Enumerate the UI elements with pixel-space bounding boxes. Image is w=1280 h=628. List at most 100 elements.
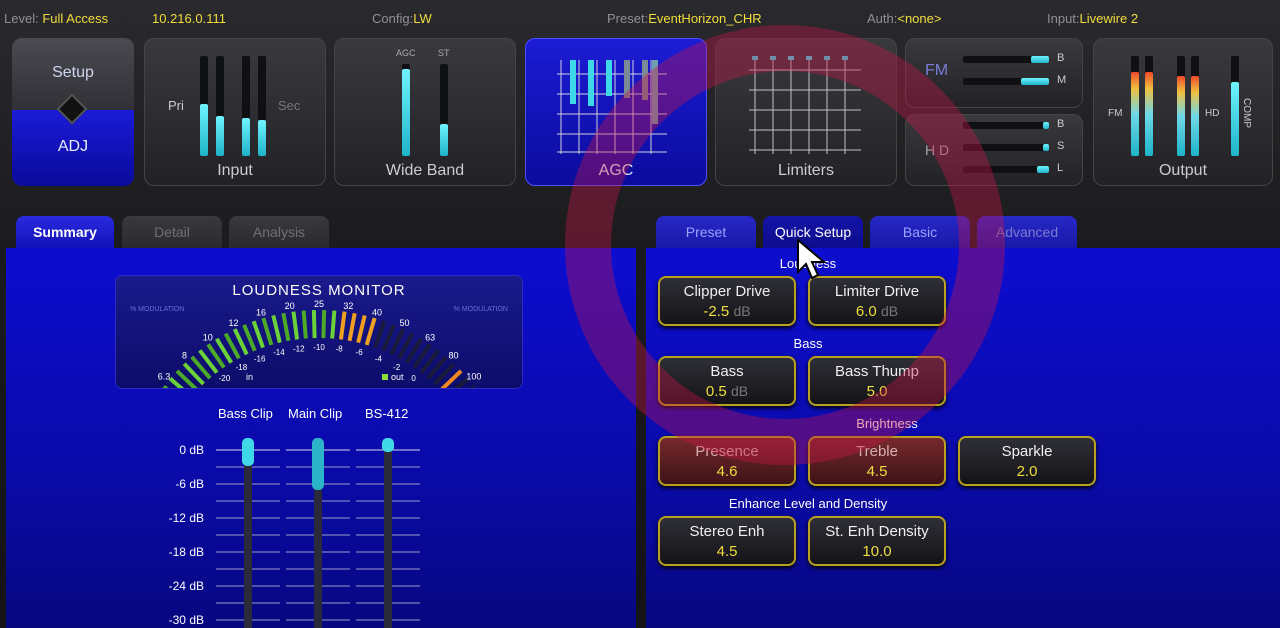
config-status: Config:LW bbox=[372, 11, 432, 26]
config-value: LW bbox=[413, 11, 432, 26]
preset-status: Preset:EventHorizon_CHR bbox=[607, 11, 762, 26]
loudness-top-tick: 25 bbox=[314, 299, 324, 309]
input-block-label: Input bbox=[217, 162, 253, 179]
treble-value: 4.5 bbox=[866, 463, 888, 480]
bass-section-label: Bass bbox=[793, 336, 823, 351]
clip-faders bbox=[216, 438, 420, 628]
output-comp-meter-fill bbox=[1231, 82, 1239, 156]
hd-b-fill bbox=[1043, 122, 1049, 129]
tab-analysis[interactable]: Analysis bbox=[229, 216, 329, 248]
st-enh-density-button[interactable]: St. Enh Density 10.0 bbox=[808, 516, 946, 566]
loudness-bottom-tick: 0 bbox=[411, 374, 416, 383]
loudness-bottom-tick: -6 bbox=[356, 348, 364, 357]
sparkle-value: 2.0 bbox=[1016, 463, 1038, 480]
presence-value: 4.6 bbox=[716, 463, 738, 480]
output-fm-meter bbox=[1145, 56, 1153, 156]
loudness-top-tick: 63 bbox=[425, 332, 435, 342]
limiters-block[interactable]: Limiters bbox=[715, 38, 897, 186]
tab-summary[interactable]: Summary bbox=[16, 216, 114, 248]
bass-thump-label: Bass Thump bbox=[835, 363, 919, 380]
loudness-top-tick: 16 bbox=[256, 308, 266, 318]
loudness-bottom-tick: -18 bbox=[236, 363, 248, 372]
loudness-segment bbox=[242, 324, 257, 352]
db-tick-label: -6 dB bbox=[175, 477, 204, 491]
loudness-top-tick: 6.3 bbox=[158, 371, 171, 381]
pri-label: Pri bbox=[168, 98, 184, 113]
level-label: Level: bbox=[4, 11, 39, 26]
loudness-bottom-tick: -16 bbox=[254, 354, 266, 363]
setup-block[interactable]: Setup ADJ bbox=[12, 38, 134, 186]
stereo-enh-value: 4.5 bbox=[716, 543, 738, 560]
wideband-block-label: Wide Band bbox=[385, 162, 465, 179]
wideband-agc-fill bbox=[402, 68, 410, 156]
stereo-enh-button[interactable]: Stereo Enh 4.5 bbox=[658, 516, 796, 566]
st-enh-density-value: 10.0 bbox=[862, 543, 892, 560]
hd-block[interactable]: H D B S L bbox=[905, 114, 1083, 186]
input-meter bbox=[216, 56, 224, 156]
tab-basic[interactable]: Basic bbox=[870, 216, 970, 248]
output-fm-label: FM bbox=[1108, 108, 1123, 119]
loudness-bottom-tick: +1 bbox=[425, 387, 435, 388]
hd-label: H D bbox=[925, 142, 950, 158]
agc-meter-label: AGC bbox=[396, 48, 416, 58]
loudness-arc: 56.3810121620253240506380100125-26-24-22… bbox=[158, 299, 481, 388]
output-fm-meter bbox=[1131, 56, 1139, 156]
tab-detail[interactable]: Detail bbox=[122, 216, 222, 248]
presence-button[interactable]: Presence 4.6 bbox=[658, 436, 796, 486]
fm-block[interactable]: FM B M bbox=[905, 38, 1083, 108]
app-window: Level: Full Access 10.216.0.111 Config:L… bbox=[0, 0, 1280, 628]
loudness-segment bbox=[311, 310, 317, 339]
loudness-top-tick: 100 bbox=[466, 371, 481, 381]
loudness-segment bbox=[281, 312, 291, 342]
output-block[interactable]: FM HD COMP Output bbox=[1093, 38, 1273, 186]
output-hd-meter bbox=[1177, 56, 1185, 156]
loudness-segment bbox=[347, 312, 357, 342]
auth-label: Auth: bbox=[867, 11, 898, 26]
st-enh-density-label: St. Enh Density bbox=[825, 523, 929, 540]
input-meter bbox=[200, 56, 208, 156]
preset-value: EventHorizon_CHR bbox=[648, 11, 762, 26]
fm-m-meter bbox=[963, 78, 1049, 85]
agc-block-label: AGC bbox=[598, 162, 634, 179]
adj-label: ADJ bbox=[57, 138, 89, 155]
input-meter-fill bbox=[200, 104, 208, 156]
sparkle-button[interactable]: Sparkle 2.0 bbox=[958, 436, 1096, 486]
output-comp-meter bbox=[1231, 56, 1239, 156]
level-value: Full Access bbox=[42, 11, 109, 26]
clipper-drive-button[interactable]: Clipper Drive -2.5 dB bbox=[658, 276, 796, 326]
hd-b-meter bbox=[963, 122, 1049, 129]
output-block-label: Output bbox=[1158, 162, 1208, 179]
loudness-segment bbox=[356, 314, 367, 344]
loudness-top-tick: 20 bbox=[285, 301, 295, 311]
treble-button[interactable]: Treble 4.5 bbox=[808, 436, 946, 486]
output-fm-meter-fill bbox=[1131, 72, 1139, 156]
output-hd-meter-fill bbox=[1191, 76, 1199, 156]
loudness-segment bbox=[301, 310, 308, 339]
loudness-segment bbox=[251, 320, 265, 349]
presence-label: Presence bbox=[695, 443, 759, 460]
agc-block[interactable]: AGC bbox=[525, 38, 707, 186]
bass-thump-button[interactable]: Bass Thump 5.0 bbox=[808, 356, 946, 406]
bs412-label: BS-412 bbox=[365, 406, 409, 421]
output-fm-meter-fill bbox=[1145, 72, 1153, 156]
input-block[interactable]: Pri Sec Input bbox=[144, 38, 326, 186]
loudness-segment bbox=[364, 317, 377, 346]
fm-b-label: B bbox=[1057, 52, 1065, 64]
main-clip-label: Main Clip bbox=[288, 406, 343, 421]
bass-number: 0.5 bbox=[705, 383, 727, 400]
fm-m-fill bbox=[1021, 78, 1049, 85]
bass-button[interactable]: Bass 0.5 dB bbox=[658, 356, 796, 406]
loudness-top-tick: 50 bbox=[400, 318, 410, 328]
tab-advanced[interactable]: Advanced bbox=[977, 216, 1077, 248]
output-hd-label: HD bbox=[1205, 108, 1220, 119]
input-meter bbox=[258, 56, 266, 156]
loudness-segment bbox=[330, 310, 337, 339]
hd-s-fill bbox=[1043, 144, 1049, 151]
hd-l-meter bbox=[963, 166, 1049, 173]
level-status: Level: Full Access bbox=[4, 11, 108, 26]
tab-preset[interactable]: Preset bbox=[656, 216, 756, 248]
input-meter-fill bbox=[258, 120, 266, 156]
wideband-block[interactable]: AGC ST Wide Band bbox=[334, 38, 516, 186]
hd-s-meter bbox=[963, 144, 1049, 151]
hd-s-label: S bbox=[1057, 140, 1065, 152]
